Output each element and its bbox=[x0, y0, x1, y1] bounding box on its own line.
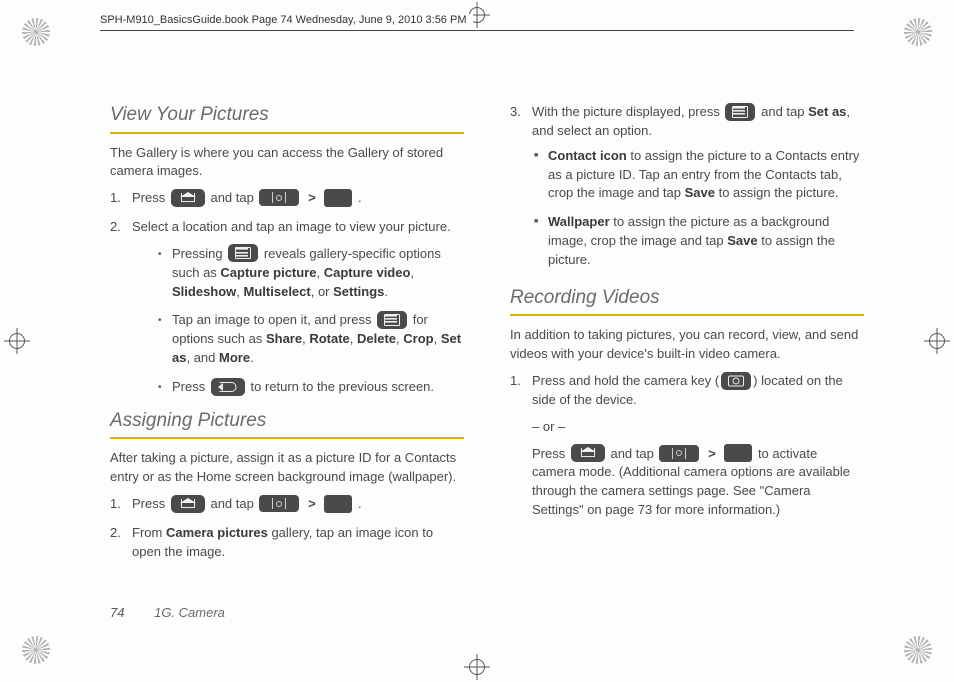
crop-ornament-bottom-right bbox=[904, 636, 932, 664]
back-key-icon bbox=[211, 378, 245, 396]
section-view-your-pictures: View Your Pictures bbox=[110, 101, 464, 134]
vp-step-1: 1. Press and tap > . bbox=[110, 189, 464, 208]
registration-mark-bottom bbox=[464, 654, 490, 680]
home-key-icon bbox=[571, 444, 605, 462]
print-header-text: SPH-M910_BasicsGuide.book Page 74 Wednes… bbox=[100, 14, 473, 26]
crop-ornament-bottom-left bbox=[22, 636, 50, 664]
registration-mark-right bbox=[924, 328, 950, 354]
page-footer: 74 1G. Camera bbox=[110, 605, 225, 620]
section-recording-videos: Recording Videos bbox=[510, 284, 864, 317]
menu-key-icon bbox=[725, 103, 755, 121]
home-key-icon bbox=[171, 189, 205, 207]
home-key-icon bbox=[171, 495, 205, 513]
camera-tile-icon bbox=[724, 444, 752, 462]
recording-intro: In addition to taking pictures, you can … bbox=[510, 326, 864, 364]
ap-step-1: 1. Press and tap > . bbox=[110, 495, 464, 514]
menu-key-icon bbox=[377, 311, 407, 329]
vp-bullet-image-options: Tap an image to open it, and press for o… bbox=[158, 311, 464, 368]
setas-contact-icon: Contact icon to assign the picture to a … bbox=[534, 147, 864, 204]
status-bar-icon bbox=[259, 495, 299, 512]
ap-step-2: 2. From Camera pictures gallery, tap an … bbox=[110, 524, 464, 562]
gallery-tile-icon bbox=[324, 495, 352, 513]
gallery-tile-icon bbox=[324, 189, 352, 207]
vp-bullet-menu-options: Pressing reveals gallery-specific option… bbox=[158, 245, 464, 302]
camera-key-icon bbox=[721, 372, 751, 390]
vp-bullet-back: Press to return to the previous screen. bbox=[158, 378, 464, 397]
ap-step-3: 3. With the picture displayed, press and… bbox=[510, 103, 864, 270]
assigning-intro: After taking a picture, assign it as a p… bbox=[110, 449, 464, 487]
menu-key-icon bbox=[228, 244, 258, 262]
print-header: SPH-M910_BasicsGuide.book Page 74 Wednes… bbox=[100, 30, 854, 43]
status-bar-icon bbox=[659, 445, 699, 462]
vp-step-2: 2. Select a location and tap an image to… bbox=[110, 218, 464, 397]
page-number: 74 bbox=[110, 605, 124, 620]
crop-ornament-top-left bbox=[22, 18, 50, 46]
registration-mark-left bbox=[4, 328, 30, 354]
crop-ornament-top-right bbox=[904, 18, 932, 46]
view-pictures-intro: The Gallery is where you can access the … bbox=[110, 144, 464, 182]
left-column: View Your Pictures The Gallery is where … bbox=[110, 95, 464, 612]
setas-wallpaper: Wallpaper to assign the picture as a bac… bbox=[534, 213, 864, 270]
right-column: 3. With the picture displayed, press and… bbox=[510, 95, 864, 612]
section-assigning-pictures: Assigning Pictures bbox=[110, 407, 464, 440]
status-bar-icon bbox=[259, 189, 299, 206]
or-separator: – or – bbox=[532, 418, 864, 437]
chapter-label: 1G. Camera bbox=[154, 605, 225, 620]
rv-step-1: 1. Press and hold the camera key () loca… bbox=[510, 372, 864, 520]
